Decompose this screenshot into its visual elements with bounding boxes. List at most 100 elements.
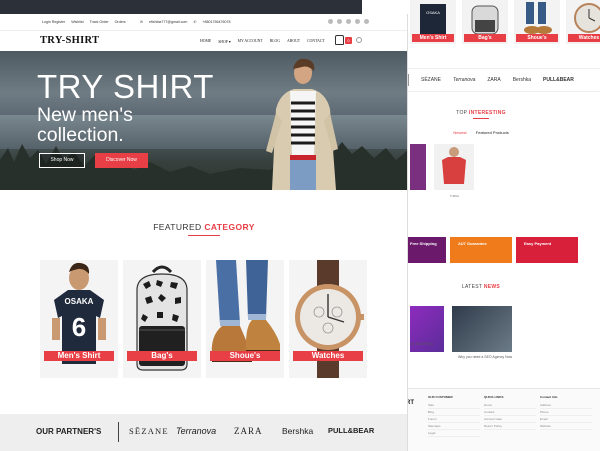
- feature-label: Easy Payment: [524, 241, 552, 246]
- feature-easy-payment: Easy Payment: [516, 237, 578, 263]
- partner-logo-bershka[interactable]: Bershka: [282, 426, 313, 436]
- footer-link[interactable]: Forum: [428, 416, 480, 423]
- footer-column: QUICK LINKS Home Contact Account Help Re…: [484, 395, 536, 430]
- phone-icon: ✆: [193, 20, 197, 24]
- partner-logo[interactable]: Bershka: [513, 77, 531, 83]
- back-category-label: Bag's: [464, 34, 506, 42]
- feature-guarantee: 24/7 Guarantee: [450, 237, 512, 263]
- category-card-bags[interactable]: Bag's: [123, 260, 201, 378]
- footer-link[interactable]: Blog: [428, 409, 480, 416]
- phone-text[interactable]: +8801756476078: [202, 20, 230, 24]
- email-text[interactable]: efishbia777@gmail.com: [149, 20, 187, 24]
- menu-shop-label: SHOP: [218, 40, 228, 44]
- menu-about[interactable]: ABOUT: [287, 39, 300, 44]
- cart-icon[interactable]: [335, 35, 344, 45]
- footer-contact: Address: [540, 402, 592, 409]
- footer-link[interactable]: Sitemaps: [428, 423, 480, 430]
- title-underline: [473, 118, 489, 119]
- category-card-shoes[interactable]: Shoue's: [206, 260, 284, 378]
- menu-blog[interactable]: BLOG: [270, 39, 280, 44]
- title-underline: [188, 235, 220, 236]
- title-accent: NEWS: [483, 284, 501, 290]
- feature-free-shipping: Free Shipping: [402, 237, 446, 263]
- category-label: Bag's: [127, 351, 197, 361]
- category-label: Watches: [293, 351, 363, 361]
- shop-now-button[interactable]: Shop Now: [39, 153, 85, 168]
- track-order-link[interactable]: Track Order: [90, 20, 109, 24]
- screenshot-stage: OSAKA Men's Shirt Bag's Shoue's Watches …: [0, 0, 600, 451]
- partners-title: OUR PARTNER'S: [36, 427, 102, 436]
- product-card[interactable]: [410, 144, 426, 190]
- back-category-bags[interactable]: Bag's: [462, 0, 508, 44]
- footer-column: OUR CUSTOMER Sale Blog Forum Sitemaps Le…: [428, 395, 480, 437]
- menu-shop[interactable]: SHOP ▾: [218, 39, 230, 44]
- search-icon[interactable]: [356, 37, 362, 43]
- product-card[interactable]: [434, 144, 474, 190]
- chevron-down-icon: ▾: [228, 40, 231, 44]
- twitter-icon[interactable]: [337, 19, 342, 24]
- footer-link[interactable]: Account Help: [484, 416, 536, 423]
- partner-logo-zara[interactable]: ZARA: [234, 426, 263, 436]
- news-title[interactable]: Why you need a SEO Agency Now: [458, 355, 512, 359]
- footer-heading: OUR CUSTOMER: [428, 395, 453, 399]
- footer-contact: Phone: [540, 409, 592, 416]
- tab-newest[interactable]: Newest: [453, 130, 466, 135]
- category-card-watches[interactable]: Watches: [289, 260, 367, 378]
- footer-link[interactable]: Home: [484, 402, 536, 409]
- back-category-shoes[interactable]: Shoue's: [514, 0, 560, 44]
- partner-logo[interactable]: ZARA: [487, 77, 500, 83]
- partner-logo[interactable]: Terranova: [453, 77, 475, 83]
- partner-logo[interactable]: SĒZANE: [421, 77, 441, 83]
- login-register-link[interactable]: Login Register: [42, 20, 65, 24]
- site-logo[interactable]: TRY-SHIRT: [40, 35, 99, 46]
- menu-home[interactable]: HOME: [200, 39, 211, 44]
- tab-featured-products[interactable]: Featured Products: [476, 130, 509, 135]
- wishlist-link[interactable]: Wishlist: [71, 20, 83, 24]
- red-tshirt-image: [442, 147, 466, 184]
- footer-link[interactable]: Legal: [428, 430, 480, 437]
- front-page-preview: Login Register Wishlist Track Order Orde…: [0, 14, 408, 451]
- news-image[interactable]: [452, 306, 512, 352]
- footer-contact: Website: [540, 423, 592, 430]
- back-category-label: Men's Shirt: [412, 34, 454, 42]
- product-caption: T-Shirt: [450, 194, 459, 198]
- instagram-icon[interactable]: [364, 19, 369, 24]
- pinterest-icon[interactable]: [355, 19, 360, 24]
- featured-category-title: FEATURED CATEGORY: [0, 222, 407, 232]
- discover-now-button[interactable]: Discover Now: [95, 153, 148, 168]
- hero-title: TRY SHIRT: [37, 68, 214, 105]
- title-plain: FEATURED: [153, 222, 202, 232]
- top-bar: Login Register Wishlist Track Order Orde…: [0, 14, 407, 31]
- footer-link[interactable]: Contact: [484, 409, 536, 416]
- main-navbar: TRY-SHIRT HOME SHOP ▾ MY ACCOUNT BLOG AB…: [0, 31, 407, 51]
- divider: [118, 422, 119, 442]
- google-plus-icon[interactable]: [346, 19, 351, 24]
- partner-logo-terranova[interactable]: Terranova: [176, 426, 216, 436]
- back-category-shirt[interactable]: OSAKA Men's Shirt: [410, 0, 456, 44]
- back-category-watches[interactable]: Watches: [566, 0, 600, 44]
- email-icon: ✉: [140, 20, 144, 24]
- partner-logo[interactable]: PULL&BEAR: [543, 77, 574, 83]
- title-accent: INTERESTING: [468, 110, 506, 116]
- svg-text:OSAKA: OSAKA: [426, 10, 440, 15]
- social-links: [328, 19, 369, 24]
- category-label: Men's Shirt: [44, 351, 114, 361]
- footer-contact: Email: [540, 416, 592, 423]
- footer-heading: Contact Info: [540, 395, 558, 399]
- footer-link[interactable]: Sale: [428, 402, 480, 409]
- title-plain: LATEST: [461, 284, 483, 290]
- news-title[interactable]: ent WordPress: [410, 342, 433, 346]
- menu-my-account[interactable]: MY ACCOUNT: [238, 39, 263, 44]
- facebook-icon[interactable]: [328, 19, 333, 24]
- partner-logo-pull-and-bear[interactable]: PULL&BEAR: [328, 426, 374, 435]
- orders-link[interactable]: Orders: [115, 20, 126, 24]
- back-category-label: Shoue's: [516, 34, 558, 42]
- footer-link[interactable]: Return Policy: [484, 423, 536, 430]
- partners-bar: OUR PARTNER'S SĒZANE Terranova ZARA Bers…: [0, 414, 407, 451]
- category-card-mens-shirt[interactable]: OSAKA 6 Men's Shirt: [40, 260, 118, 378]
- partner-logo-sezane[interactable]: SĒZANE: [129, 426, 169, 436]
- svg-text:6: 6: [72, 312, 86, 342]
- menu-contact[interactable]: CONTACT: [307, 39, 325, 44]
- top-contact: ✉ efishbia777@gmail.com ✆ +8801756476078: [140, 20, 231, 24]
- divider: [408, 74, 409, 86]
